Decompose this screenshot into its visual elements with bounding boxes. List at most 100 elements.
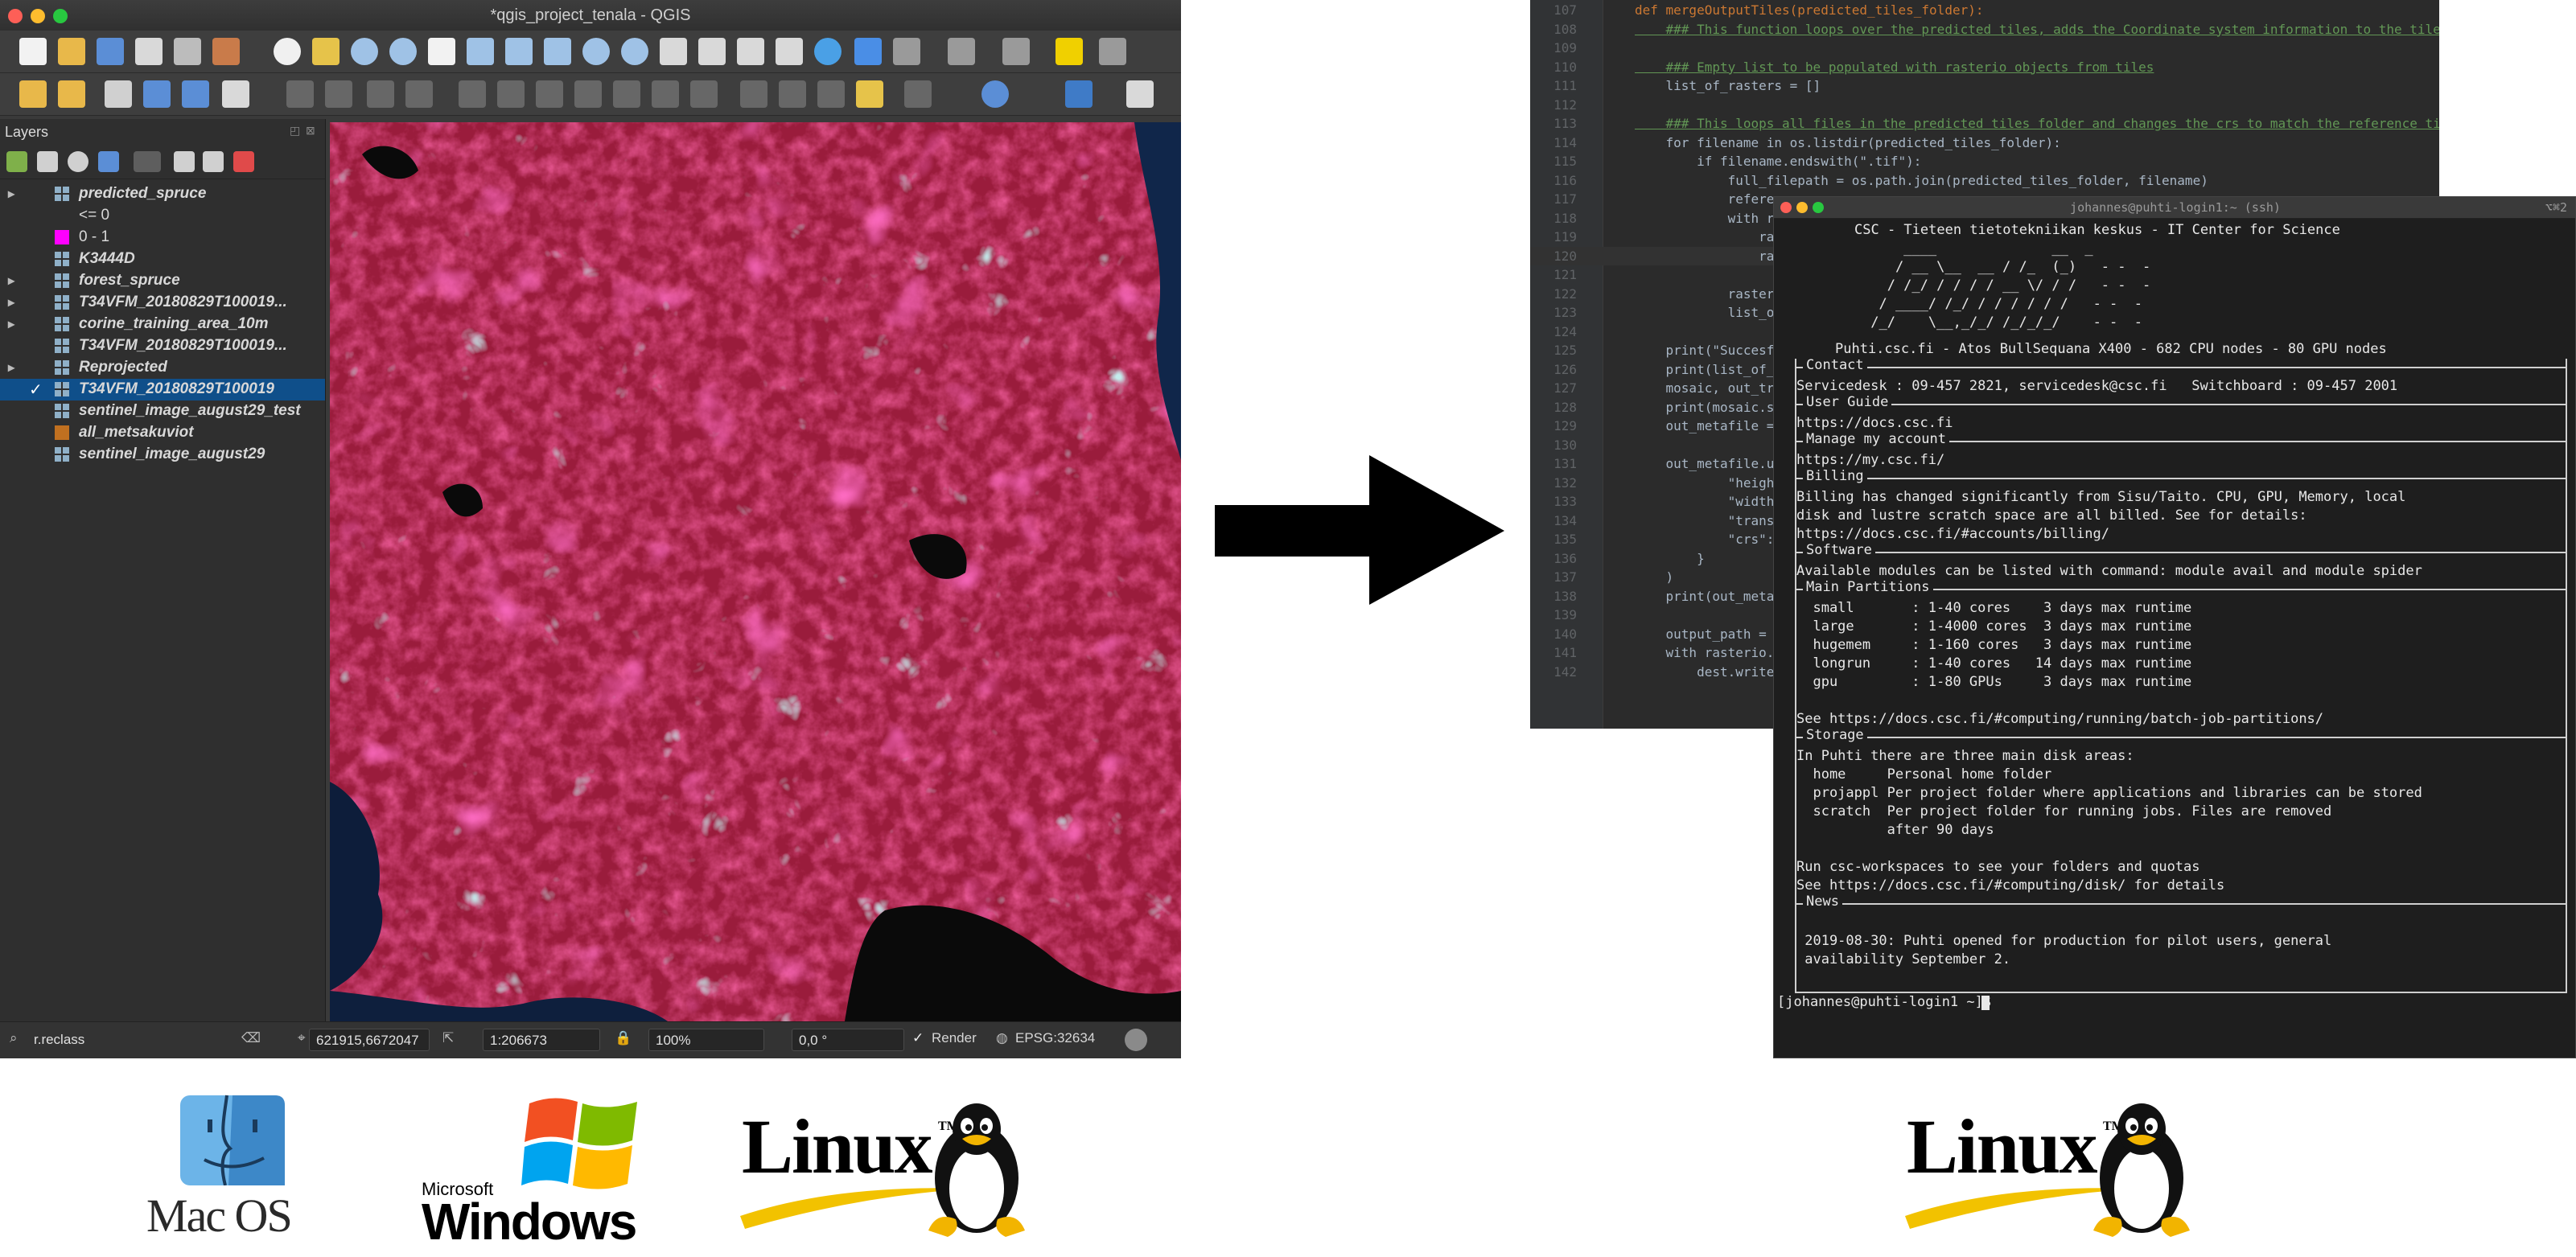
expand-arrow-icon[interactable]: ▸: [8, 316, 14, 332]
crs-button[interactable]: EPSG:32634: [1015, 1030, 1095, 1046]
zoom-out-icon[interactable]: [389, 38, 417, 65]
refresh-icon[interactable]: [814, 38, 842, 65]
add-group-icon[interactable]: [37, 151, 58, 172]
layer-item[interactable]: sentinel_image_august29: [0, 444, 325, 466]
undo-icon[interactable]: [652, 80, 679, 108]
data-source-manager-icon[interactable]: [19, 80, 47, 108]
zoom-selection-icon[interactable]: [505, 38, 533, 65]
layer-item[interactable]: ▸ forest_spruce: [0, 270, 325, 292]
add-polygon-icon[interactable]: [182, 80, 209, 108]
zoom-native-icon[interactable]: [428, 38, 455, 65]
python-console-icon[interactable]: [1065, 80, 1093, 108]
zoom-in-icon[interactable]: [351, 38, 378, 65]
zoom-next-icon[interactable]: [621, 38, 648, 65]
style-panel-icon[interactable]: [6, 151, 27, 172]
layer-name: Reprojected: [79, 359, 167, 376]
collapse-all-icon[interactable]: [203, 151, 224, 172]
new-map-view-icon[interactable]: [660, 38, 687, 65]
close-panel-icon[interactable]: ⊠: [306, 124, 315, 138]
new-project-icon[interactable]: [19, 38, 47, 65]
temporal-controller-icon[interactable]: [698, 38, 726, 65]
messages-icon[interactable]: [1125, 1029, 1147, 1051]
line-number: 137: [1553, 569, 1577, 585]
help-icon[interactable]: [1126, 80, 1154, 108]
bookmark-icon[interactable]: [737, 38, 764, 65]
layer-item[interactable]: ▸ predicted_spruce: [0, 183, 325, 205]
pin-labels-icon[interactable]: [779, 80, 806, 108]
raster-grid-icon: [55, 252, 69, 266]
pan-hand-icon[interactable]: [274, 38, 301, 65]
new-geopackage-icon[interactable]: [58, 80, 85, 108]
new-print-layout-icon[interactable]: [135, 38, 163, 65]
move-label-icon[interactable]: [904, 80, 932, 108]
legend-item[interactable]: <= 0: [0, 205, 325, 227]
toggle-extents-icon[interactable]: ⇱: [442, 1030, 454, 1046]
locator-search-input[interactable]: r.reclass: [27, 1029, 261, 1051]
ascii-art-line: / __ \__ __ / /_ (_) - - -: [1862, 259, 2151, 275]
zoom-layer-icon[interactable]: [544, 38, 571, 65]
expand-all-icon[interactable]: [174, 151, 195, 172]
save-project-icon[interactable]: [97, 38, 124, 65]
show-labels-icon[interactable]: [817, 80, 845, 108]
lock-scale-icon[interactable]: 🔒: [615, 1030, 632, 1046]
zoom-last-icon[interactable]: [582, 38, 610, 65]
coordinate-field[interactable]: 621915,6672047: [309, 1029, 430, 1051]
cut-icon[interactable]: [536, 80, 563, 108]
float-panel-icon[interactable]: ◰: [290, 124, 300, 138]
select-features-icon[interactable]: [948, 38, 975, 65]
visibility-checkbox[interactable]: ✓: [29, 380, 43, 400]
pencil-icon[interactable]: [143, 80, 171, 108]
scale-combobox[interactable]: 1:206673: [483, 1029, 600, 1051]
layer-item[interactable]: sentinel_image_august29_test: [0, 401, 325, 422]
layer-properties-icon[interactable]: [222, 80, 249, 108]
remove-layer-icon[interactable]: [233, 151, 254, 172]
render-checkbox[interactable]: ✓: [912, 1030, 924, 1046]
layer-item[interactable]: ✓ T34VFM_20180829T100019: [0, 379, 325, 401]
show-bookmarks-icon[interactable]: [776, 38, 803, 65]
open-attribute-table-icon[interactable]: [1002, 38, 1030, 65]
rotation-field[interactable]: 0,0 °: [792, 1029, 904, 1051]
style-manager-icon[interactable]: [212, 38, 240, 65]
actions-icon[interactable]: [893, 38, 920, 65]
line-number: 116: [1553, 172, 1577, 188]
layer-item[interactable]: ▸ Reprojected: [0, 357, 325, 379]
legend-item[interactable]: 0 - 1: [0, 227, 325, 249]
delete-selected-icon[interactable]: [497, 80, 525, 108]
layer-item[interactable]: T34VFM_20180829T100019...: [0, 335, 325, 357]
copy-icon[interactable]: [574, 80, 602, 108]
edit-pencil-icon[interactable]: [325, 80, 352, 108]
toggle-editing-icon[interactable]: [286, 80, 314, 108]
layer-item[interactable]: all_metsakuviot: [0, 422, 325, 444]
identify-features-icon[interactable]: [854, 38, 882, 65]
layer-item[interactable]: K3444D: [0, 249, 325, 270]
plugin-globe-icon[interactable]: [981, 80, 1009, 108]
attribute-table-icon[interactable]: [1099, 38, 1126, 65]
digitize-icon[interactable]: [105, 80, 132, 108]
expand-arrow-icon[interactable]: ▸: [8, 294, 14, 310]
layer-item[interactable]: ▸ corine_training_area_10m: [0, 314, 325, 335]
filter-legend-icon[interactable]: [134, 151, 161, 172]
paste-icon[interactable]: [613, 80, 640, 108]
terminal-output[interactable]: CSC - Tieteen tietotekniikan keskus - IT…: [1774, 218, 2575, 1058]
expand-arrow-icon[interactable]: ▸: [8, 186, 14, 202]
layer-item[interactable]: ▸ T34VFM_20180829T100019...: [0, 292, 325, 314]
deselect-features-icon[interactable]: [1056, 38, 1083, 65]
expand-arrow-icon[interactable]: ▸: [8, 273, 14, 289]
layer-labeling-icon[interactable]: [856, 80, 883, 108]
magnifier-field[interactable]: 100%: [648, 1029, 764, 1051]
add-feature-icon[interactable]: [405, 80, 433, 108]
map-canvas[interactable]: [330, 122, 1181, 1021]
vertex-tool-icon[interactable]: [459, 80, 486, 108]
redo-icon[interactable]: [690, 80, 718, 108]
expand-arrow-icon[interactable]: ▸: [8, 359, 14, 376]
label-tool-icon[interactable]: [740, 80, 767, 108]
save-edits-icon[interactable]: [367, 80, 394, 108]
filter-icon[interactable]: [98, 151, 119, 172]
clear-search-icon[interactable]: ⌫: [241, 1030, 261, 1046]
open-project-icon[interactable]: [58, 38, 85, 65]
layout-manager-icon[interactable]: [174, 38, 201, 65]
manage-visibility-eye-icon[interactable]: [68, 151, 88, 172]
pan-to-selection-icon[interactable]: [312, 38, 339, 65]
shell-prompt[interactable]: [johannes@puhti-login1 ~]$: [1777, 993, 1999, 1012]
zoom-full-icon[interactable]: [467, 38, 494, 65]
